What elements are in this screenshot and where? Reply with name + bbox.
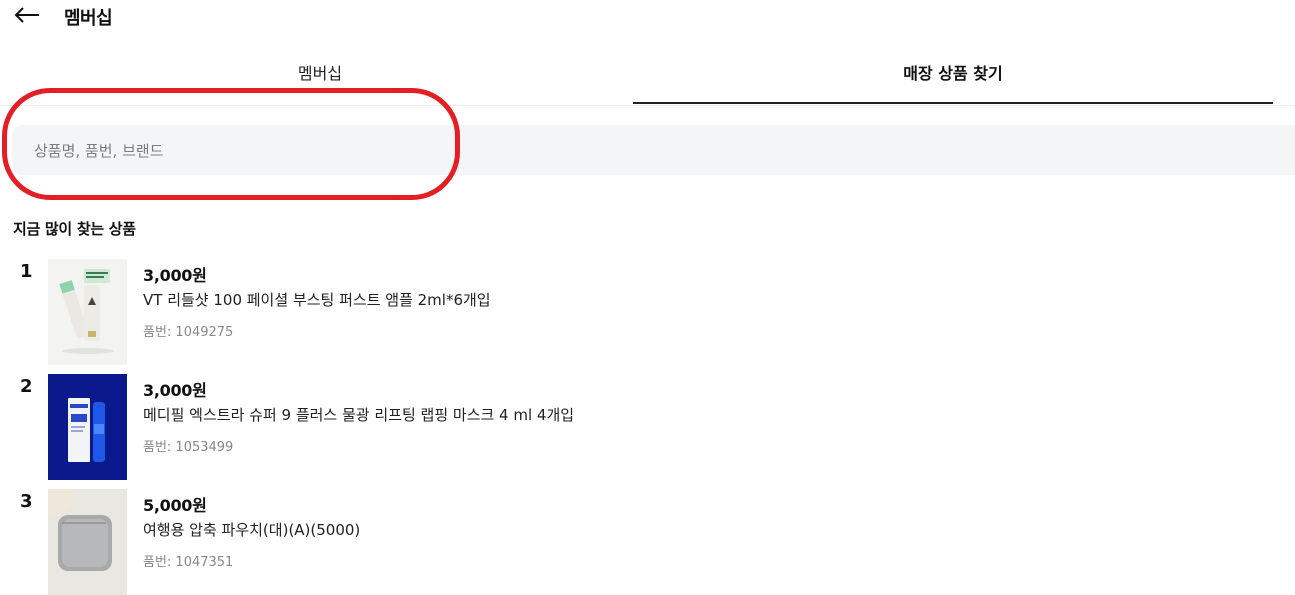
rank-number: 1 [20, 261, 33, 282]
product-name: 여행용 압축 파우치(대)(A)(5000) [143, 521, 361, 539]
product-code: 품번: 1047351 [143, 555, 234, 570]
search-input[interactable] [32, 125, 1236, 177]
product-name: VT 리들샷 100 페이셜 부스팅 퍼스트 앰플 2ml*6개입 [143, 291, 491, 309]
product-name: 메디필 엑스트라 슈퍼 9 플러스 물광 리프팅 랩핑 마스크 4 ml 4개입 [143, 406, 575, 424]
rank-number: 3 [20, 491, 33, 512]
app-header: 멤버십 [0, 0, 1295, 32]
arrow-left-icon [14, 7, 39, 23]
product-price: 3,000원 [143, 381, 207, 400]
tab-store-product-search[interactable]: 매장 상품 찾기 [633, 56, 1273, 104]
product-thumbnail [48, 259, 127, 365]
page: 멤버십 멤버십 매장 상품 찾기 지금 많이 찾는 상품 1 [0, 0, 1295, 595]
rank-number: 2 [20, 376, 33, 397]
search-box [12, 125, 1295, 177]
product-price: 3,000원 [143, 266, 207, 285]
tab-bar: 멤버십 매장 상품 찾기 [0, 56, 1295, 106]
product-thumbnail [48, 374, 127, 480]
tab-membership[interactable]: 멤버십 [0, 56, 640, 102]
product-price: 5,000원 [143, 496, 207, 515]
page-title: 멤버십 [64, 8, 113, 29]
popular-section-title: 지금 많이 찾는 상품 [13, 220, 136, 238]
product-code: 품번: 1049275 [143, 325, 234, 340]
product-code: 품번: 1053499 [143, 440, 234, 455]
product-item-2[interactable]: 2 3,000원 메디필 엑스트라 슈퍼 9 플러스 물광 리프팅 랩핑 마스크… [0, 374, 1295, 480]
product-item-1[interactable]: 1 3,000원 VT 리들샷 100 페이셜 부스팅 퍼스트 앰플 2ml*6… [0, 259, 1295, 365]
product-item-3[interactable]: 3 5,000원 여행용 압축 파우치(대)(A)(5000) 품번: 1047… [0, 489, 1295, 595]
product-thumbnail [48, 489, 127, 595]
back-button[interactable] [12, 2, 42, 28]
